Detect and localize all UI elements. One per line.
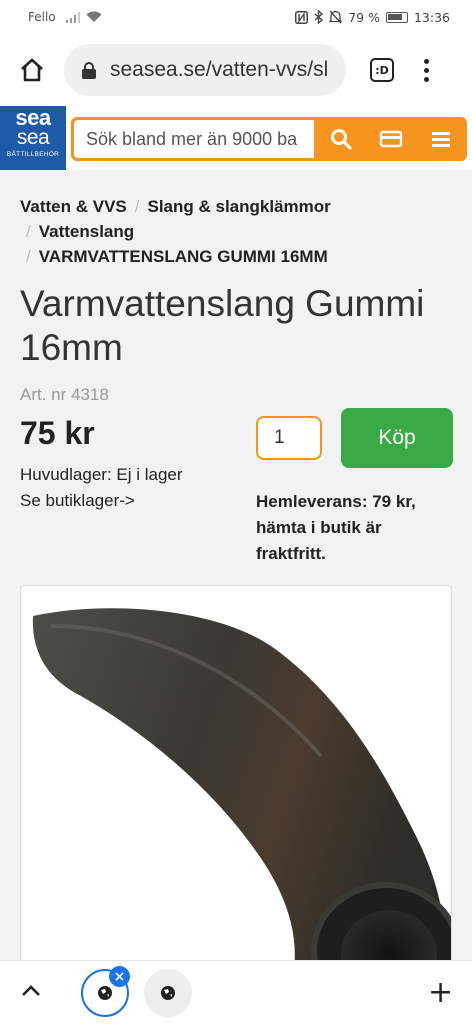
mute-icon (329, 10, 343, 24)
delivery-note: Hemleverans: 79 kr, hämta i butik är fra… (256, 492, 416, 563)
tab-switcher-button[interactable]: :D (370, 58, 394, 82)
product-price: 75 kr (20, 415, 95, 451)
globe-icon (161, 986, 175, 1000)
battery-icon (385, 11, 408, 23)
browser-bottom-bar: × + (0, 960, 472, 1024)
buy-button[interactable]: Köp (341, 408, 453, 468)
signal-icon (65, 11, 80, 23)
hamburger-menu-icon[interactable] (429, 127, 453, 151)
lock-icon (82, 61, 96, 79)
product-title: Varmvattenslang Gummi 16mm (20, 283, 425, 368)
search-input[interactable] (74, 120, 314, 158)
status-right: 79 % 13:36 (295, 10, 450, 25)
site-logo[interactable]: sea sea BÅTTILLBEHÖR (0, 106, 66, 170)
new-tab-button[interactable]: + (428, 978, 453, 1008)
bluetooth-icon (314, 10, 324, 24)
breadcrumb-link[interactable]: Vatten & VVS (20, 197, 127, 216)
search-bar (71, 117, 467, 161)
breadcrumb: Vatten & VVS / Slang & slangklämmor / Vatte… (20, 194, 460, 269)
breadcrumb-separator: / (26, 247, 31, 266)
stock-status: Huvudlager: Ej i lager (20, 465, 183, 484)
logo-line-2: sea (16, 126, 50, 149)
stock-info: Huvudlager: Ej i lager Se butiklager-> (20, 462, 183, 514)
tab-other[interactable] (144, 969, 192, 1017)
nfc-icon (295, 10, 309, 24)
breadcrumb-link[interactable]: Slang & slangklämmor (148, 197, 331, 216)
signal-icons (65, 11, 102, 23)
logo-tagline: BÅTTILLBEHÖR (6, 151, 60, 158)
chevron-up-icon[interactable] (20, 983, 42, 999)
product-page: Vatten & VVS / Slang & slangklämmor / Vatte… (0, 170, 472, 985)
site-header: sea sea BÅTTILLBEHÖR (0, 106, 472, 170)
cart-card-icon[interactable] (379, 127, 403, 151)
url-text: seasea.se/vatten-vvs/sl (110, 58, 329, 81)
breadcrumb-separator: / (134, 197, 140, 216)
status-bar: Fello 79 % 13:36 (0, 0, 472, 34)
dot-icon (424, 67, 429, 73)
browser-menu-button[interactable] (424, 58, 429, 82)
dot-icon (424, 76, 429, 82)
close-tab-button[interactable]: × (109, 966, 130, 987)
breadcrumb-link[interactable]: Vattenslang (39, 222, 134, 241)
address-bar[interactable]: seasea.se/vatten-vvs/sl (64, 44, 346, 96)
home-button[interactable] (0, 58, 64, 82)
wifi-icon (86, 11, 102, 22)
carrier-name: Fello (28, 10, 56, 24)
dot-icon (424, 58, 429, 64)
globe-icon (98, 986, 112, 1000)
store-stock-link[interactable]: Se butiklager-> (20, 488, 183, 514)
breadcrumb-current: VARMVATTENSLANG GUMMI 16MM (38, 247, 328, 266)
article-number: Art. nr 4318 (20, 385, 109, 404)
logo-line-1: sea (15, 105, 51, 130)
browser-toolbar: seasea.se/vatten-vvs/sl :D (0, 34, 472, 106)
hose-image (32, 608, 451, 984)
quantity-input[interactable] (256, 416, 322, 460)
breadcrumb-separator: / (26, 222, 31, 241)
battery-percent: 79 % (348, 9, 380, 25)
product-image[interactable] (20, 585, 452, 985)
home-icon (21, 58, 43, 82)
search-icon[interactable] (329, 127, 353, 151)
clock: 13:36 (413, 9, 450, 25)
